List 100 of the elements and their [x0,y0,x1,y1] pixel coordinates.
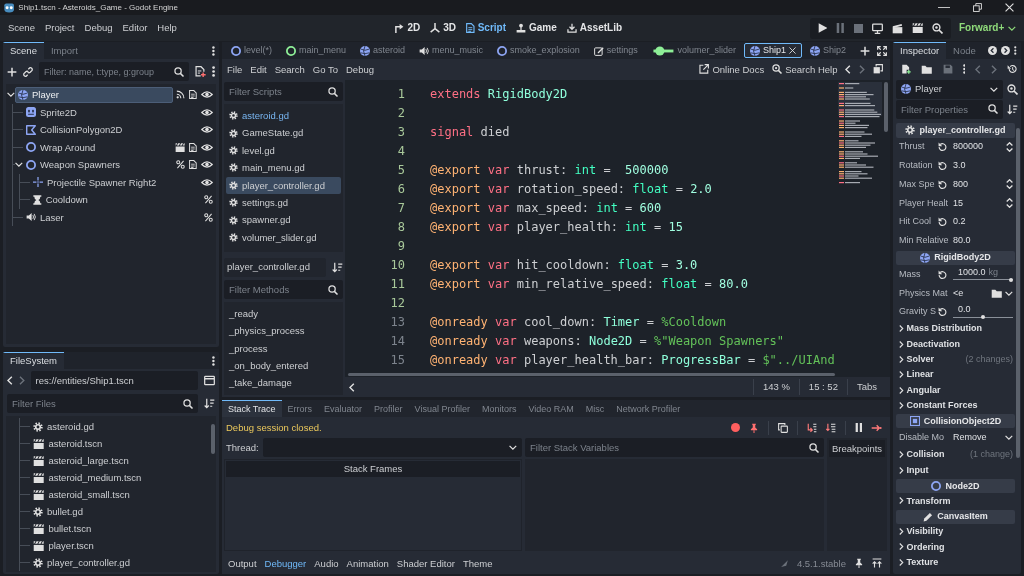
panel-tab[interactable]: Shader Editor [392,557,459,570]
chevron-down-icon[interactable] [7,92,15,98]
property-group[interactable]: Ordering [899,541,945,553]
document-icon[interactable] [189,142,197,152]
document-tab[interactable]: menu_music [413,43,490,58]
slider-track[interactable] [953,277,1013,282]
document-tab[interactable]: volumer_slider [645,43,743,58]
plus-icon[interactable] [860,45,871,56]
tree-item[interactable]: Cooldown [30,191,173,208]
slider-thumb[interactable] [1009,277,1013,282]
tree-item[interactable]: bullet.tscn [30,520,210,537]
updown-icon[interactable] [1005,179,1013,190]
tab[interactable]: Profiler [368,400,409,417]
sort-icon[interactable] [1007,103,1018,115]
folder-icon[interactable] [921,64,933,74]
slider-field[interactable]: 0.0 [949,303,1015,320]
tree-item[interactable]: Weapon Spawners [23,156,173,173]
property-group[interactable]: Mass Distribution [899,323,982,335]
eye-icon[interactable] [201,125,213,135]
magnifier-icon[interactable] [988,104,998,114]
eye-icon[interactable] [201,142,213,152]
eye-icon[interactable] [201,90,213,100]
list-item[interactable]: asteroid.gd [226,107,341,125]
chevron-right-icon[interactable] [991,64,997,74]
tab[interactable]: Evaluator [318,400,369,417]
document-tab[interactable]: Ship1 [744,43,803,58]
workspace-tab[interactable]: Script [466,22,506,34]
tree-item[interactable]: asteroid_medium.tscn [30,469,210,486]
dock-tab[interactable]: Node [946,42,983,59]
property-group[interactable]: Transform [899,495,951,507]
menu-item[interactable]: Help [152,20,182,36]
document-plus-icon[interactable] [195,66,206,77]
folder-icon[interactable] [990,288,1003,298]
workspace-tab[interactable]: AssetLib [566,22,623,34]
number-field[interactable]: 3.0 [949,157,1015,174]
slider-field[interactable]: 1000.0 kg [949,266,1015,283]
revert-icon[interactable] [938,161,947,171]
more-icon[interactable] [211,66,215,77]
tab[interactable]: Stack Trace [222,400,282,417]
filter-field[interactable]: Filter Files [7,394,198,413]
revert-icon[interactable] [938,307,947,317]
magnifier-icon[interactable] [174,66,185,77]
scrollbar[interactable] [211,424,215,454]
panel-tab[interactable]: Animation [342,557,393,570]
clapperboard-icon[interactable] [174,142,186,152]
revert-icon[interactable] [938,142,947,152]
workspace-tab[interactable]: 2D [394,22,421,34]
menu-item[interactable]: Search [270,61,309,78]
pause-icon[interactable] [854,423,863,432]
list-item[interactable]: settings.gd [226,193,341,212]
close-icon[interactable] [1005,3,1014,12]
tree-item[interactable]: bullet.gd [30,503,210,520]
sort-icon[interactable] [332,261,343,273]
magnifier-icon[interactable] [328,284,338,295]
link-icon[interactable] [23,66,33,77]
menu-item[interactable]: Debug [79,20,118,36]
scrollbar[interactable] [1016,128,1020,458]
dropdown[interactable]: Remove [949,429,1015,446]
panel-tab[interactable]: Breakpoints [829,440,885,457]
menu-item[interactable]: Editor [117,20,153,36]
chevron-right-icon[interactable] [859,65,865,74]
plus-icon[interactable] [7,66,17,77]
tab[interactable]: Network Profiler [610,400,687,417]
more-icon[interactable] [212,45,215,56]
sort-icon[interactable] [204,398,215,409]
resource-field[interactable]: <e [949,285,1015,302]
panel-tab[interactable]: Audio [310,557,343,570]
scrollbar[interactable] [348,373,835,376]
document-tab[interactable]: settings [587,43,644,58]
method-item[interactable]: _ready [226,305,341,323]
dot-icon[interactable] [730,423,740,432]
property-group[interactable]: Texture [899,556,939,568]
dock-tab[interactable]: Import [43,42,85,59]
path-field[interactable]: res://entities/Ship1.tscn [30,371,198,390]
chevron-down-icon[interactable] [15,162,23,168]
clapperboard-icon[interactable] [891,22,903,34]
property-group[interactable]: Constant Forces [899,399,978,411]
step-over-icon[interactable] [825,422,836,433]
list-item[interactable]: GameState.gd [226,124,341,142]
chevron-right-icon[interactable] [18,376,25,385]
magnifier-icon[interactable] [931,22,943,34]
percent-icon[interactable] [204,212,213,222]
property-group[interactable]: Solver [899,354,934,365]
method-item[interactable]: _on_body_entered [226,356,341,375]
percent-icon[interactable] [204,195,213,205]
tree-item[interactable]: asteroid.gd [30,418,210,435]
signal-icon[interactable] [176,90,186,100]
document-tab[interactable]: main_menu [280,43,353,58]
filter-field[interactable]: Filter Properties [896,99,1003,119]
arrow-circle-icon[interactable] [988,46,998,55]
tab[interactable]: Monitors [475,400,523,417]
slider-thumb[interactable] [981,315,985,320]
arrow-circle-icon[interactable] [1001,46,1011,55]
document-icon[interactable] [189,160,197,170]
workspace-tab[interactable]: Game [516,22,557,34]
new-file-icon[interactable] [901,64,911,74]
minimize-icon[interactable] [938,6,950,9]
filter-field[interactable]: Filter Scripts [224,82,343,101]
pin-icon[interactable] [748,422,759,433]
close-icon[interactable] [789,47,797,54]
